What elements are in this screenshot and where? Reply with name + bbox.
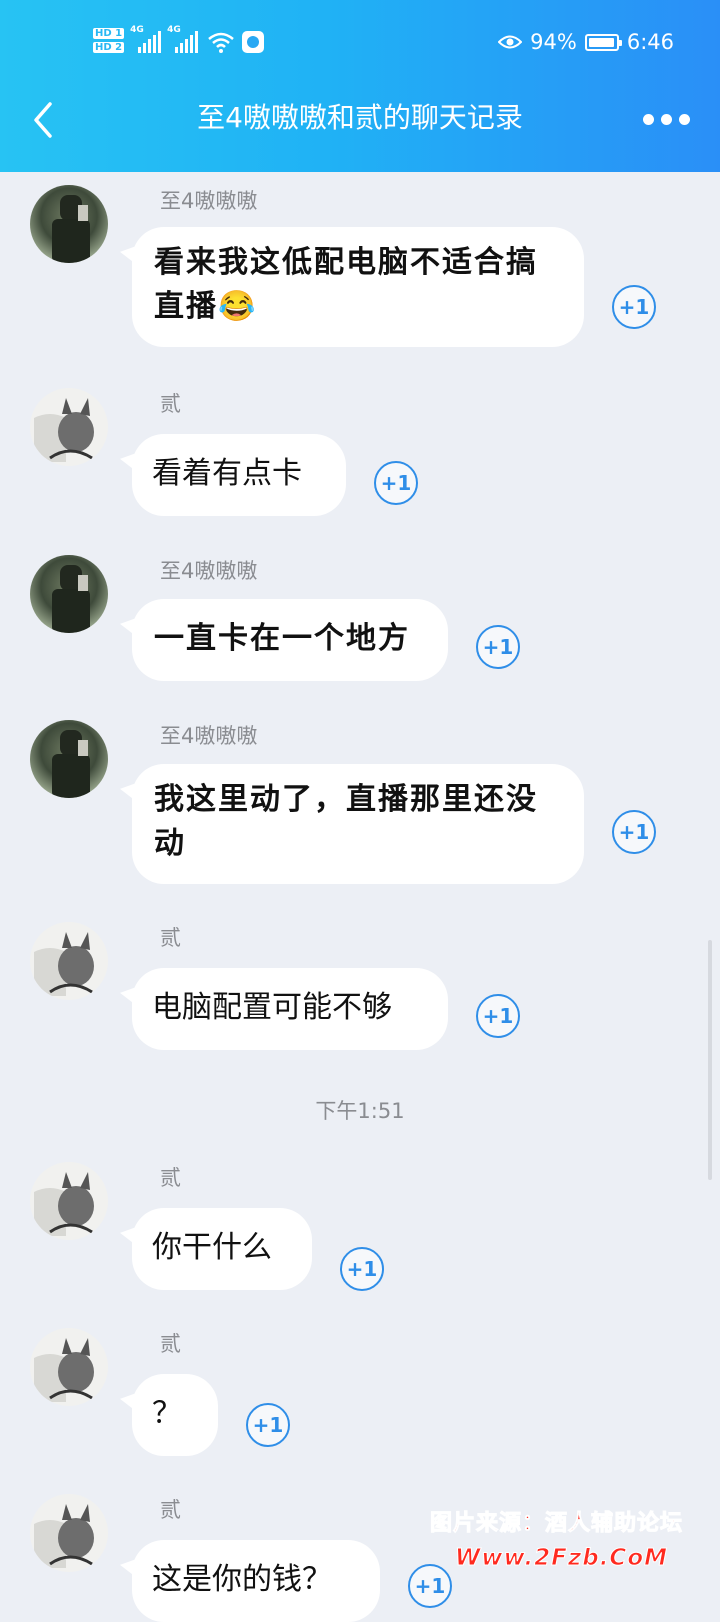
plus-one-button[interactable]: +1	[612, 810, 656, 854]
nav-bar: 至4嗷嗷嗷和贰的聊天记录	[0, 88, 720, 148]
message-text: 你干什么	[152, 1230, 272, 1265]
message-text: 电脑配置可能不够	[152, 990, 392, 1025]
sender-name: 至4嗷嗷嗷	[160, 559, 258, 583]
battery-percent: 94%	[530, 30, 577, 54]
eye-comfort-icon	[498, 35, 523, 49]
plus-one-button[interactable]: +1	[476, 994, 520, 1038]
message-bubble[interactable]: 看着有点卡	[132, 434, 346, 516]
sender-name: 至4嗷嗷嗷	[160, 189, 258, 213]
timestamp: 下午1:51	[315, 1099, 405, 1123]
avatar-zhi4[interactable]	[30, 720, 108, 798]
plus-one-button[interactable]: +1	[374, 461, 418, 505]
laughing-emoji-icon: 😂	[218, 289, 258, 324]
watermark-url: Www.2Fzb.CoM	[454, 1545, 669, 1572]
more-dots-icon[interactable]	[643, 114, 690, 125]
net2-label: 4G	[167, 25, 181, 35]
clock: 6:46	[626, 30, 674, 54]
message-bubble[interactable]: 你干什么	[132, 1208, 312, 1290]
message-bubble[interactable]: 一直卡在一个地方	[132, 599, 448, 681]
avatar-er[interactable]	[30, 1494, 108, 1572]
avatar-er[interactable]	[30, 1328, 108, 1406]
message-text: ？	[152, 1396, 182, 1431]
plus-one-button[interactable]: +1	[612, 285, 656, 329]
avatar-zhi4[interactable]	[30, 555, 108, 633]
message-bubble[interactable]: 这是你的钱？	[132, 1540, 380, 1622]
scrollbar[interactable]	[708, 940, 712, 1180]
page-title: 至4嗷嗷嗷和贰的聊天记录	[197, 101, 523, 134]
plus-one-button[interactable]: +1	[340, 1247, 384, 1291]
signal-icon: 4G	[130, 25, 162, 53]
sender-name: 贰	[160, 392, 181, 416]
message-bubble[interactable]: 我这里动了，直播那里还没动	[132, 764, 584, 884]
message-bubble[interactable]: 电脑配置可能不够	[132, 968, 448, 1050]
sender-name: 贰	[160, 1332, 181, 1356]
signal-icon-2: 4G	[167, 25, 199, 53]
sender-name: 贰	[160, 1498, 181, 1522]
avatar-er[interactable]	[30, 922, 108, 1000]
top-header: HD 1 HD 2 4G 4G 94% 6:46 至4嗷嗷嗷和贰的聊天记录	[0, 0, 720, 172]
message-text: 一直卡在一个地方	[154, 621, 410, 656]
hd1-label: HD 1	[93, 28, 125, 39]
hd-indicator: HD 1 HD 2	[93, 28, 125, 56]
message-bubble[interactable]: 看来我这低配电脑不适合搞直播😂	[132, 227, 584, 347]
avatar-zhi4[interactable]	[30, 185, 108, 263]
message-text: 看着有点卡	[152, 456, 302, 491]
message-bubble[interactable]: ？	[132, 1374, 218, 1456]
avatar-er[interactable]	[30, 1162, 108, 1240]
watermark-source: 图片来源：酒人辅助论坛	[429, 1511, 684, 1537]
app-notification-icon	[242, 31, 265, 53]
status-bar: HD 1 HD 2 4G 4G 94% 6:46	[0, 22, 720, 66]
hd2-label: HD 2	[93, 42, 125, 53]
message-text: 我这里动了，直播那里还没动	[154, 782, 538, 861]
sender-name: 贰	[160, 926, 181, 950]
battery-icon	[584, 33, 622, 51]
message-text: 这是你的钱？	[152, 1562, 332, 1597]
avatar-er[interactable]	[30, 388, 108, 466]
sender-name: 至4嗷嗷嗷	[160, 724, 258, 748]
plus-one-button[interactable]: +1	[246, 1403, 290, 1447]
plus-one-button[interactable]: +1	[476, 625, 520, 669]
net1-label: 4G	[130, 25, 144, 35]
sender-name: 贰	[160, 1166, 181, 1190]
wifi-icon	[208, 32, 234, 53]
message-text: 看来我这低配电脑不适合搞直播	[154, 245, 538, 324]
plus-one-button[interactable]: +1	[408, 1564, 452, 1608]
